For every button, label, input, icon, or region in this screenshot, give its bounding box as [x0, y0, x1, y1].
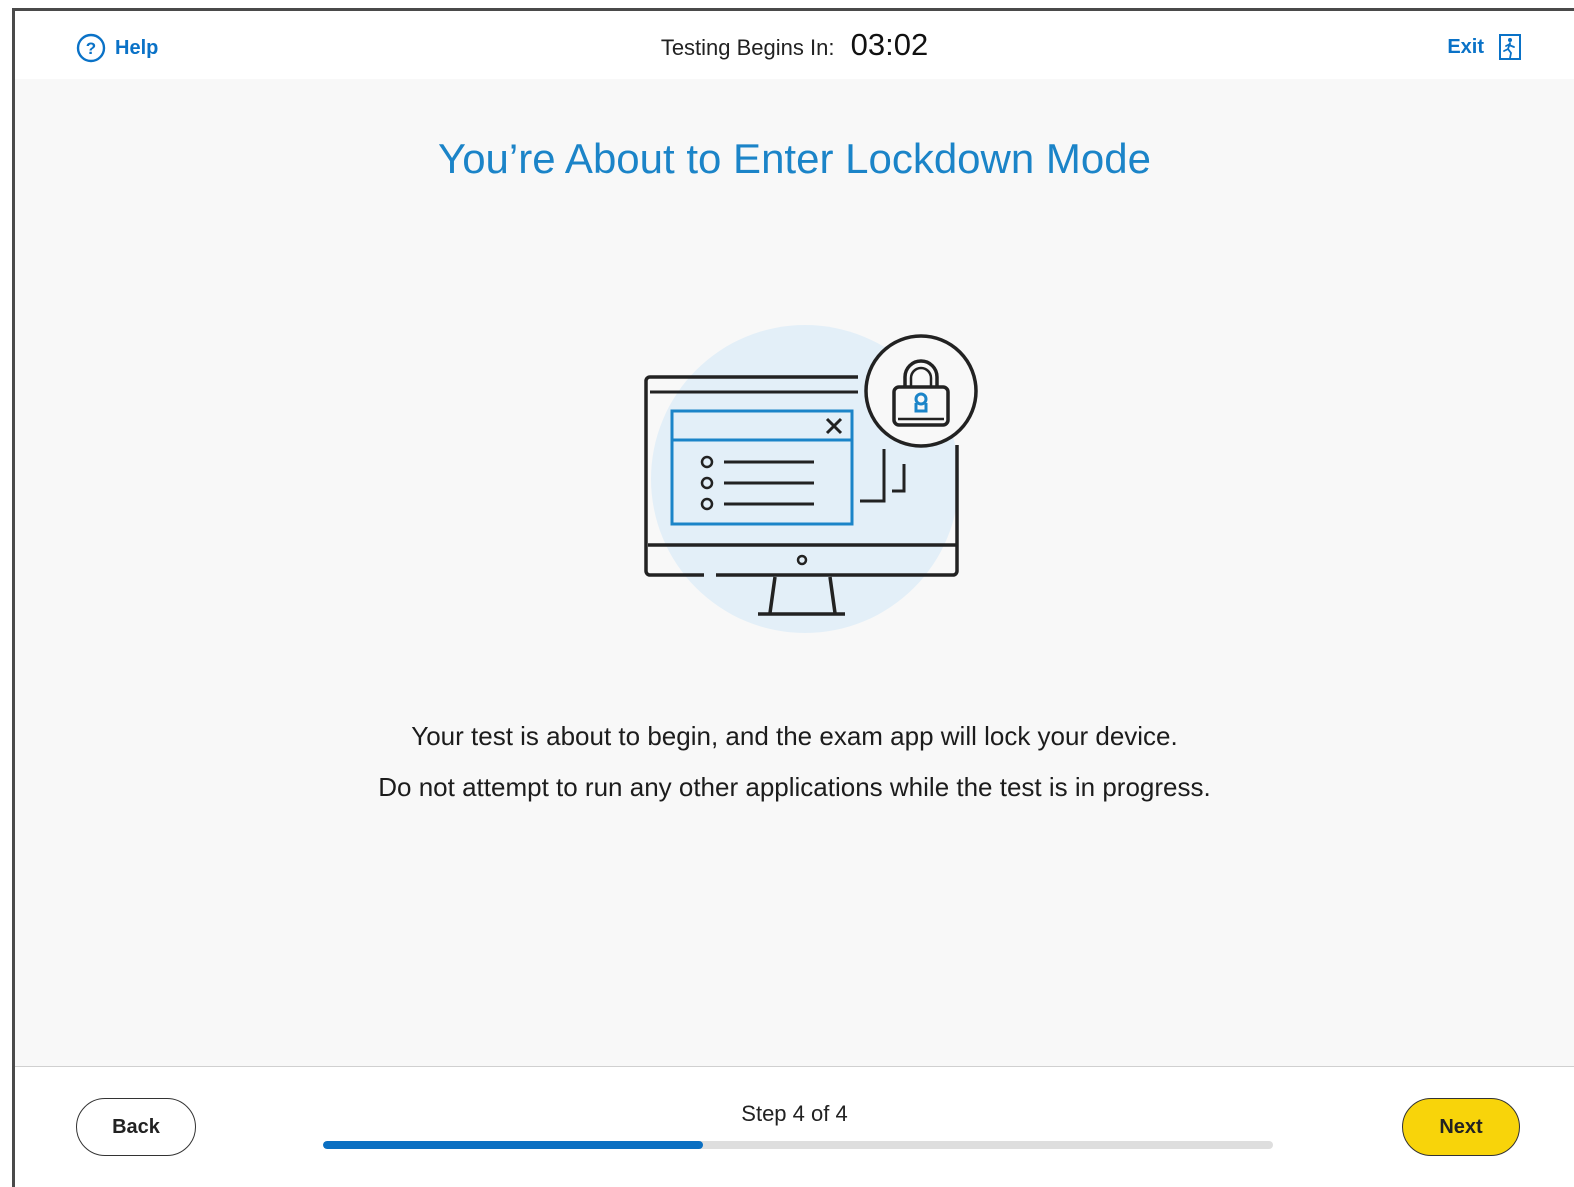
step-indicator: Step 4 of 4 — [741, 1101, 848, 1126]
footer-bar: Back Step 4 of 4 Next — [15, 1066, 1574, 1187]
exit-label: Exit — [1447, 35, 1484, 58]
top-bar: ? Help Testing Begins In: 03:02 Exit — [15, 11, 1574, 79]
timer-label: Testing Begins In: — [660, 35, 835, 60]
lockdown-message: Your test is about to begin, and the exa… — [15, 711, 1574, 813]
next-button[interactable]: Next — [1402, 1098, 1520, 1156]
exit-link[interactable]: Exit — [1447, 33, 1522, 61]
message-line-1: Your test is about to begin, and the exa… — [411, 721, 1178, 751]
page-title: You’re About to Enter Lockdown Mode — [438, 135, 1151, 182]
timer-value: 03:02 — [850, 27, 929, 62]
message-line-2: Do not attempt to run any other applicat… — [378, 772, 1211, 802]
progress-bar — [323, 1141, 1273, 1149]
locked-computer-icon — [644, 325, 978, 633]
progress-fill — [323, 1141, 703, 1149]
app-window: ? Help Testing Begins In: 03:02 Exit You… — [12, 8, 1574, 1187]
countdown-timer: Testing Begins In: 03:02 — [15, 27, 1574, 63]
exit-door-icon — [1499, 34, 1521, 60]
